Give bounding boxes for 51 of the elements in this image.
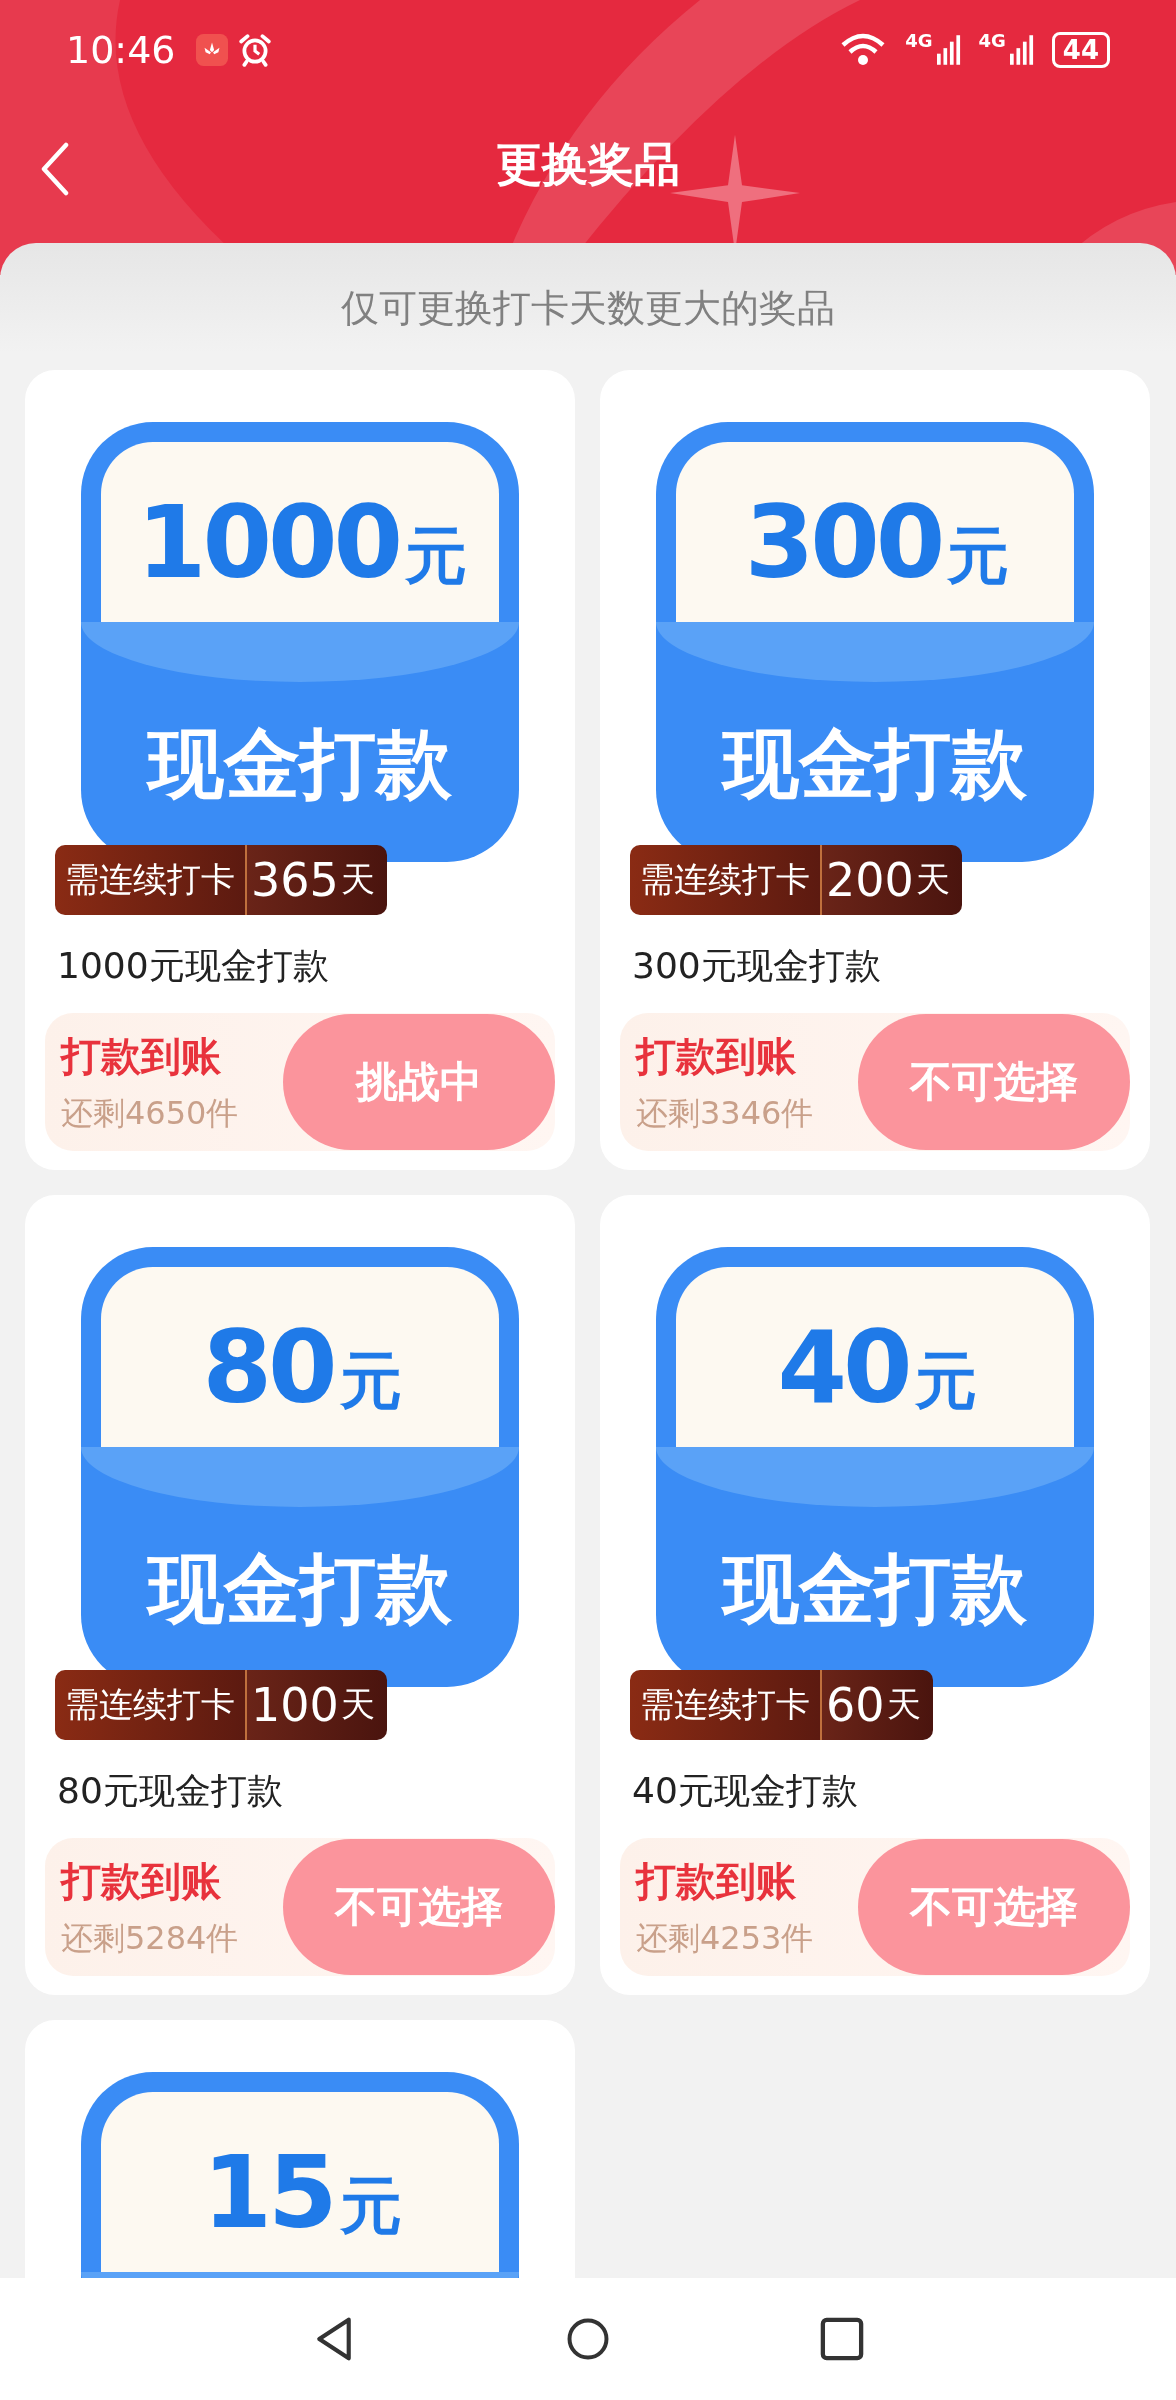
stock-text: 还剩3346件: [636, 1092, 814, 1134]
prize-card[interactable]: 1000元 现金打款 需连续打卡 365 天 1000元现金打款 打款到账 还剩4650件 挑战中: [25, 370, 575, 1170]
wifi-icon: [841, 33, 886, 67]
prize-title: 80元现金打款: [57, 1769, 284, 1813]
badge-label: 需连续打卡: [630, 845, 820, 915]
app-icon: [195, 34, 228, 66]
stock-text: 还剩4253件: [636, 1917, 814, 1959]
prize-label: 现金打款: [145, 1543, 453, 1635]
stock-text: 还剩4650件: [61, 1092, 239, 1134]
payout-text: 打款到账: [61, 1856, 222, 1906]
badge-label: 需连续打卡: [55, 845, 245, 915]
signal-icon: [936, 34, 961, 66]
network-label: 4G: [905, 30, 933, 51]
prize-amount: 15元: [202, 2133, 398, 2251]
badge-days: 100天: [245, 1670, 387, 1740]
battery-level: 44: [1051, 32, 1110, 68]
prize-title: 40元现金打款: [632, 1769, 859, 1813]
page-title: 更换奖品: [496, 136, 680, 193]
badge-days: 365 天: [245, 845, 387, 915]
signal-icon: [1009, 34, 1034, 66]
status-time: 10:46: [66, 28, 176, 72]
badge-days: 200天: [820, 845, 962, 915]
stock-text: 还剩5284件: [61, 1917, 239, 1959]
prize-label: 现金打款: [720, 1543, 1028, 1635]
choose-button[interactable]: 不可选择: [283, 1839, 555, 1975]
prize-amount: 80元: [202, 1308, 398, 1426]
payout-text: 打款到账: [636, 1856, 797, 1906]
badge-days: 60天: [820, 1670, 933, 1740]
prize-card[interactable]: 40元 现金打款 需连续打卡 60天 40元现金打款 打款到账 还剩4253件 不可选择: [600, 1195, 1150, 1995]
payout-text: 打款到账: [61, 1031, 222, 1081]
prize-card[interactable]: 80元 现金打款 需连续打卡 100天 80元现金打款 打款到账 还剩5284件 不可选择: [25, 1195, 575, 1995]
home-icon[interactable]: [566, 2316, 610, 2362]
badge-label: 需连续打卡: [630, 1670, 820, 1740]
prize-label: 现金打款: [145, 718, 453, 810]
choose-button[interactable]: 挑战中: [283, 1014, 555, 1150]
badge-label: 需连续打卡: [55, 1670, 245, 1740]
prize-card[interactable]: 15元: [25, 2020, 575, 2278]
payout-text: 打款到账: [636, 1031, 797, 1081]
alarm-icon: [237, 33, 272, 67]
prize-label: 现金打款: [720, 718, 1028, 810]
prize-card[interactable]: 300元 现金打款 需连续打卡 200天 300元现金打款 打款到账 还剩3346件 不可选择: [600, 370, 1150, 1170]
choose-button[interactable]: 不可选择: [858, 1839, 1130, 1975]
choose-button[interactable]: 不可选择: [858, 1014, 1130, 1150]
recents-icon[interactable]: [820, 2316, 864, 2362]
notice-text: 仅可更换打卡天数更大的奖品: [340, 285, 836, 332]
prize-amount: 1000元: [136, 483, 464, 601]
prize-amount: 300元: [744, 483, 1006, 601]
prize-amount: 40元: [777, 1308, 973, 1426]
prize-title: 300元现金打款: [632, 944, 882, 988]
prize-title: 1000元现金打款: [57, 944, 330, 988]
network-label: 4G: [978, 30, 1006, 51]
